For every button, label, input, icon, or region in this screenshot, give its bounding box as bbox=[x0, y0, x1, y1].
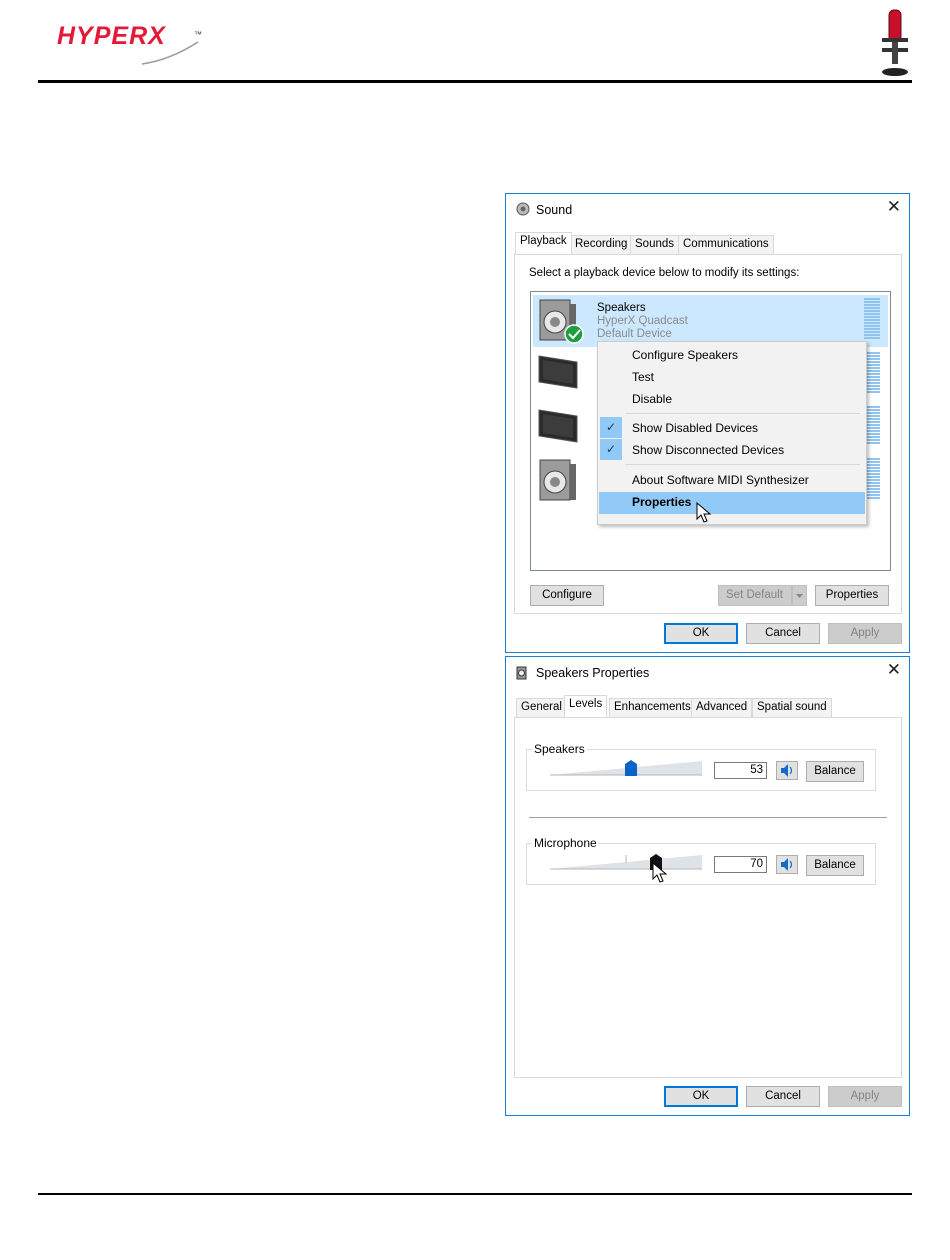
tab-general[interactable]: General bbox=[516, 698, 567, 717]
device-name: Speakers bbox=[597, 302, 646, 314]
speaker-app-icon bbox=[516, 666, 527, 680]
speaker-volume-icon bbox=[781, 764, 793, 777]
menu-item-test[interactable]: Test bbox=[632, 370, 654, 384]
set-default-dropdown[interactable] bbox=[792, 585, 807, 606]
speaker-icon bbox=[539, 459, 576, 501]
check-icon: ✓ bbox=[600, 417, 622, 438]
speakers-level-input[interactable]: 53 bbox=[714, 762, 767, 779]
properties-button[interactable]: Properties bbox=[815, 585, 889, 606]
speakers-balance-button[interactable]: Balance bbox=[806, 761, 864, 782]
tab-levels[interactable]: Levels bbox=[564, 695, 608, 717]
instruction-text: Select a playback device below to modify… bbox=[529, 267, 800, 279]
close-icon[interactable]: ✕ bbox=[887, 661, 901, 679]
apply-button[interactable]: Apply bbox=[828, 1086, 902, 1107]
cancel-button[interactable]: Cancel bbox=[746, 623, 820, 644]
sound-dialog-title: Sound bbox=[536, 203, 573, 217]
sound-dialog: Sound ✕ Playback Recording Sounds Commun… bbox=[505, 193, 910, 653]
set-default-button[interactable]: Set Default bbox=[718, 585, 792, 606]
microphone-level-input[interactable]: 70 bbox=[714, 856, 767, 873]
menu-separator bbox=[626, 413, 860, 414]
microphone-balance-button[interactable]: Balance bbox=[806, 855, 864, 876]
menu-item-configure-speakers[interactable]: Configure Speakers bbox=[632, 348, 738, 362]
microphone-level-label: Microphone bbox=[532, 836, 599, 850]
mute-microphone-button[interactable] bbox=[776, 855, 798, 874]
cursor-icon bbox=[652, 862, 668, 883]
speaker-volume-icon bbox=[781, 858, 793, 871]
tab-communications[interactable]: Communications bbox=[678, 235, 774, 254]
device-status: Default Device bbox=[597, 328, 672, 340]
playback-panel: Select a playback device below to modify… bbox=[514, 254, 902, 614]
divider bbox=[529, 817, 887, 818]
tab-playback[interactable]: Playback bbox=[515, 232, 572, 254]
trademark-symbol: ™ bbox=[194, 30, 202, 39]
tab-enhancements[interactable]: Enhancements bbox=[609, 698, 696, 717]
cancel-button[interactable]: Cancel bbox=[746, 1086, 820, 1107]
cursor-icon bbox=[696, 502, 712, 523]
menu-item-disable[interactable]: Disable bbox=[632, 392, 672, 406]
menu-item-show-disabled[interactable]: Show Disabled Devices bbox=[632, 421, 758, 435]
close-icon[interactable]: ✕ bbox=[887, 198, 901, 216]
ok-button[interactable]: OK bbox=[664, 1086, 738, 1107]
apply-button[interactable]: Apply bbox=[828, 623, 902, 644]
sound-app-icon bbox=[516, 202, 530, 216]
speaker-icon bbox=[539, 299, 584, 344]
menu-item-show-disconnected[interactable]: Show Disconnected Devices bbox=[632, 443, 784, 457]
menu-item-properties[interactable]: Properties bbox=[632, 495, 691, 509]
monitor-icon bbox=[538, 409, 578, 443]
footer-rule bbox=[38, 1193, 912, 1195]
level-meter bbox=[864, 298, 880, 340]
monitor-icon bbox=[538, 355, 578, 389]
microphone-icon bbox=[882, 9, 908, 76]
microphone-slider[interactable] bbox=[550, 854, 702, 870]
mute-speakers-button[interactable] bbox=[776, 761, 798, 780]
logo-swoosh-icon bbox=[141, 41, 199, 65]
tab-spatial-sound[interactable]: Spatial sound bbox=[752, 698, 832, 717]
properties-dialog-title: Speakers Properties bbox=[536, 666, 650, 680]
levels-panel: Speakers 53 Balance Microphone 70 Balanc… bbox=[514, 717, 902, 1078]
ok-button[interactable]: OK bbox=[664, 623, 738, 644]
slider-thumb[interactable] bbox=[625, 760, 637, 776]
menu-separator bbox=[626, 464, 860, 465]
device-detail: HyperX Quadcast bbox=[597, 315, 688, 327]
tab-recording[interactable]: Recording bbox=[570, 235, 633, 254]
menu-item-about-midi[interactable]: About Software MIDI Synthesizer bbox=[632, 473, 809, 487]
tab-advanced[interactable]: Advanced bbox=[691, 698, 753, 717]
check-icon: ✓ bbox=[600, 439, 622, 460]
device-list[interactable]: Speakers HyperX Quadcast Default Device bbox=[530, 291, 891, 571]
speakers-level-label: Speakers bbox=[532, 742, 587, 756]
configure-button[interactable]: Configure bbox=[530, 585, 604, 606]
header-rule bbox=[38, 80, 912, 83]
chevron-down-icon bbox=[796, 594, 803, 598]
speakers-properties-dialog: Speakers Properties ✕ General Levels Enh… bbox=[505, 656, 910, 1116]
context-menu: Configure Speakers Test Disable ✓ Show D… bbox=[597, 341, 867, 525]
tab-sounds[interactable]: Sounds bbox=[630, 235, 680, 254]
speakers-slider[interactable] bbox=[550, 760, 702, 776]
